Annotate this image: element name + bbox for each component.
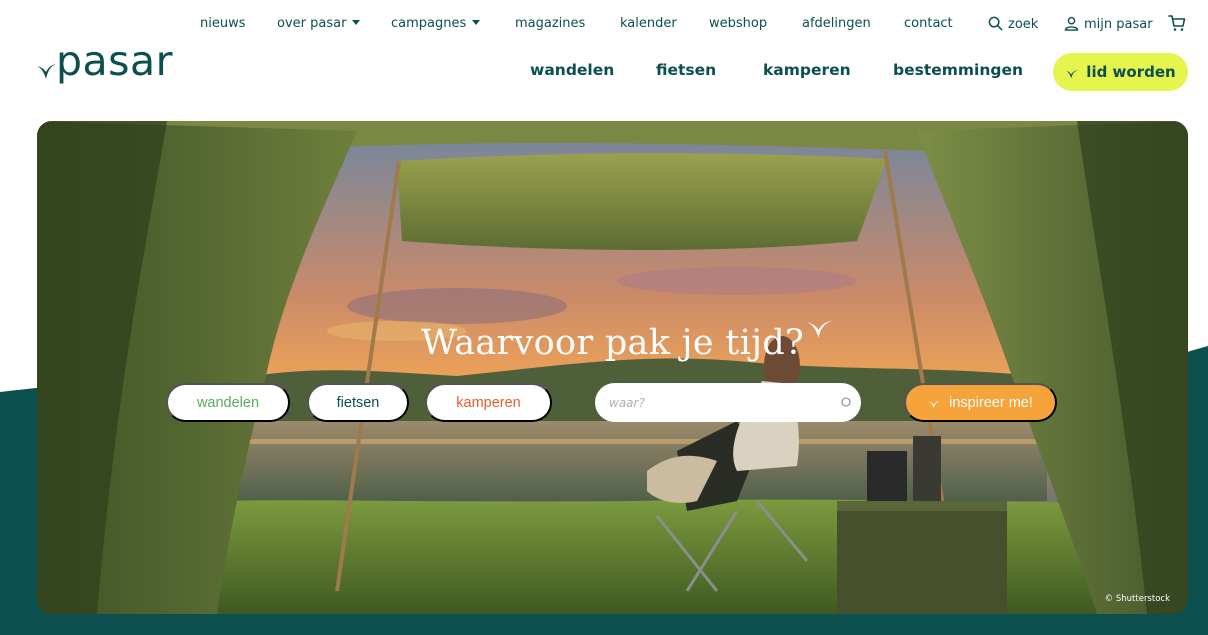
location-search <box>595 383 861 422</box>
inspire-me-label: inspireer me! <box>949 394 1033 411</box>
nav-link-webshop[interactable]: webshop <box>709 16 767 31</box>
nav-link-label: campagnes <box>391 16 467 31</box>
filter-kamperen-button[interactable]: kamperen <box>425 383 552 422</box>
photo-credit: © Shutterstock <box>1104 594 1170 604</box>
main-nav-wandelen[interactable]: wandelen <box>530 61 614 79</box>
account-link[interactable]: mijn pasar <box>1064 16 1153 32</box>
nav-link-over-pasar[interactable]: over pasar <box>277 16 361 31</box>
utility-nav: nieuws over pasar campagnes magazines ka… <box>0 14 1208 36</box>
inspire-me-button[interactable]: inspireer me! <box>904 383 1057 422</box>
nav-link-kalender[interactable]: kalender <box>620 16 677 31</box>
location-search-input[interactable] <box>609 395 829 410</box>
become-member-button[interactable]: lid worden <box>1053 53 1188 91</box>
hero-title-row: Waarvoor pak je tijd? <box>37 320 1188 363</box>
nav-link-magazines[interactable]: magazines <box>515 16 585 31</box>
nav-link-nieuws[interactable]: nieuws <box>200 16 246 31</box>
location-circle-icon <box>841 397 851 407</box>
bird-icon <box>1065 69 1079 79</box>
main-nav-bestemmingen[interactable]: bestemmingen <box>893 61 1023 79</box>
nav-link-afdelingen[interactable]: afdelingen <box>802 16 871 31</box>
become-member-label: lid worden <box>1086 63 1176 81</box>
user-icon <box>1064 16 1079 31</box>
bird-logo-icon <box>37 64 56 79</box>
bird-icon <box>807 320 833 338</box>
cart-icon <box>1168 15 1186 31</box>
nav-link-label: over pasar <box>277 16 347 31</box>
main-nav-fietsen[interactable]: fietsen <box>656 61 716 79</box>
filter-fietsen-button[interactable]: fietsen <box>307 383 409 422</box>
hero-banner: Waarvoor pak je tijd? wandelen fietsen k… <box>37 121 1188 614</box>
pasar-logo[interactable]: pasar <box>36 38 173 84</box>
bird-icon <box>928 400 941 409</box>
main-nav-kamperen[interactable]: kamperen <box>763 61 851 79</box>
logo-wordmark: pasar <box>56 37 173 85</box>
hero-background-image <box>37 121 1188 614</box>
caret-down-icon <box>352 20 361 25</box>
cart-button[interactable] <box>1168 14 1186 36</box>
caret-down-icon <box>472 20 481 25</box>
nav-link-contact[interactable]: contact <box>904 16 953 31</box>
filter-wandelen-button[interactable]: wandelen <box>166 383 290 422</box>
hero-title: Waarvoor pak je tijd? <box>420 323 805 363</box>
search-link-label: zoek <box>1008 17 1039 32</box>
search-link[interactable]: zoek <box>988 16 1038 32</box>
account-link-label: mijn pasar <box>1084 17 1153 32</box>
nav-link-campagnes[interactable]: campagnes <box>391 16 481 31</box>
search-icon <box>988 16 1003 31</box>
